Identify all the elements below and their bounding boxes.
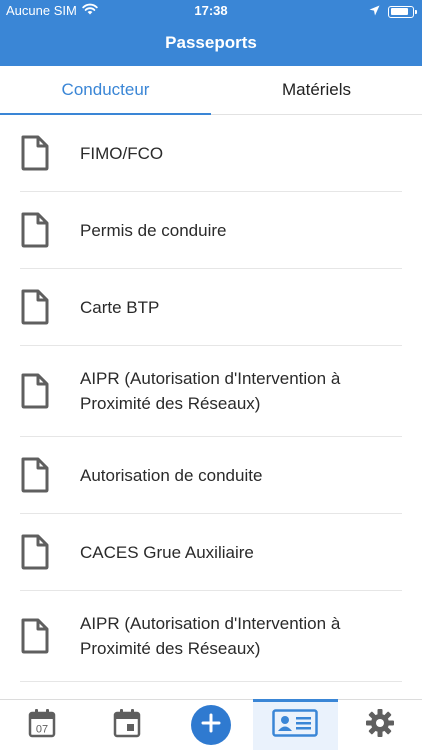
status-right [369, 4, 417, 19]
document-icon [20, 289, 60, 325]
list-item-label: FIMO/FCO [80, 143, 164, 163]
list-item-label: CACES Grue Auxiliaire [80, 542, 254, 562]
list-item[interactable]: Autorisation de conduite [20, 437, 402, 514]
list-item-label: Permis de conduire [80, 220, 227, 240]
list-item-label: AIPR (Autorisation d'Intervention à Prox… [80, 614, 341, 658]
list-item[interactable]: AIPR (Autorisation d'Intervention à Prox… [20, 591, 402, 682]
document-icon [20, 618, 60, 654]
page-title: Passeports [165, 33, 257, 52]
battery-fill [390, 8, 409, 15]
tabbar-add[interactable] [169, 700, 253, 750]
list-item-label: Autorisation de conduite [80, 465, 263, 485]
status-time: 17:38 [194, 3, 228, 18]
tab-materiels[interactable]: Matériels [211, 66, 422, 114]
tabbar-settings[interactable] [338, 700, 422, 750]
list-item[interactable]: Permis de conduire [20, 192, 402, 269]
bottom-tab-bar: 07 [0, 699, 422, 750]
calendar-day-number: 07 [36, 723, 48, 735]
gear-icon [365, 708, 395, 743]
tab-conducteur[interactable]: Conducteur [0, 66, 211, 115]
document-list: FIMO/FCO Permis de conduire Carte BTP AI… [0, 115, 422, 700]
add-icon [201, 713, 221, 738]
app-header: Aucune SIM 17:38 Passeports [0, 0, 422, 66]
tabbar-calendar-day[interactable]: 07 [0, 700, 84, 750]
calendar-event-icon [113, 708, 141, 743]
add-button[interactable] [191, 705, 232, 745]
battery-icon [388, 5, 417, 18]
tabbar-calendar-event[interactable] [84, 700, 168, 750]
list-item[interactable]: AIPR (Autorisation d'Intervention à Prox… [20, 346, 402, 437]
document-icon [20, 373, 60, 409]
status-bar: Aucune SIM 17:38 [0, 0, 422, 22]
tab-bar-top: Conducteur Matériels [0, 66, 422, 115]
document-icon [20, 135, 60, 171]
list-item-label: Carte BTP [80, 297, 160, 317]
list-item[interactable]: CACES Grue Auxiliaire [20, 514, 402, 591]
calendar-day-icon: 07 [28, 708, 56, 743]
location-icon [369, 4, 380, 19]
list-item-label: AIPR (Autorisation d'Intervention à Prox… [80, 369, 341, 413]
document-icon [20, 534, 60, 570]
document-icon [20, 212, 60, 248]
id-card-icon [272, 708, 319, 742]
tabbar-passports[interactable] [253, 699, 339, 750]
list-item[interactable]: FIMO/FCO [20, 115, 402, 192]
document-icon [20, 457, 60, 493]
list-item[interactable]: Carte BTP [20, 269, 402, 346]
